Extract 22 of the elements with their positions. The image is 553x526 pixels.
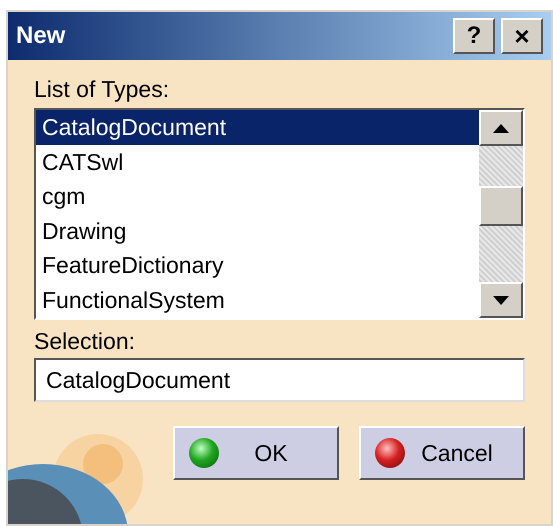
- list-item[interactable]: CatalogDocument: [36, 110, 479, 145]
- list-item[interactable]: CATSwl: [36, 144, 479, 180]
- list-item[interactable]: Drawing: [36, 214, 479, 248]
- selection-label: Selection:: [34, 327, 136, 356]
- list-label: List of Types:: [34, 75, 170, 104]
- scroll-down-button[interactable]: [479, 282, 523, 318]
- help-button[interactable]: ?: [453, 18, 495, 54]
- window-title: New: [16, 21, 66, 51]
- list-item[interactable]: cgm: [36, 179, 479, 214]
- scrollbar[interactable]: [479, 110, 523, 318]
- list-item[interactable]: FunctionalSystem: [36, 282, 479, 318]
- up-arrow-icon: [493, 124, 509, 132]
- ok-button[interactable]: OK: [173, 426, 339, 480]
- orb-icon: [189, 438, 219, 468]
- list-item[interactable]: FeatureDictionary: [36, 248, 479, 283]
- scroll-up-button[interactable]: [479, 110, 523, 146]
- cancel-button[interactable]: Cancel: [359, 426, 525, 480]
- down-arrow-icon: [493, 296, 509, 304]
- orb-icon: [375, 438, 405, 468]
- close-button[interactable]: ×: [501, 18, 543, 54]
- scroll-thumb[interactable]: [479, 186, 523, 226]
- selection-field[interactable]: CatalogDocument: [34, 358, 525, 402]
